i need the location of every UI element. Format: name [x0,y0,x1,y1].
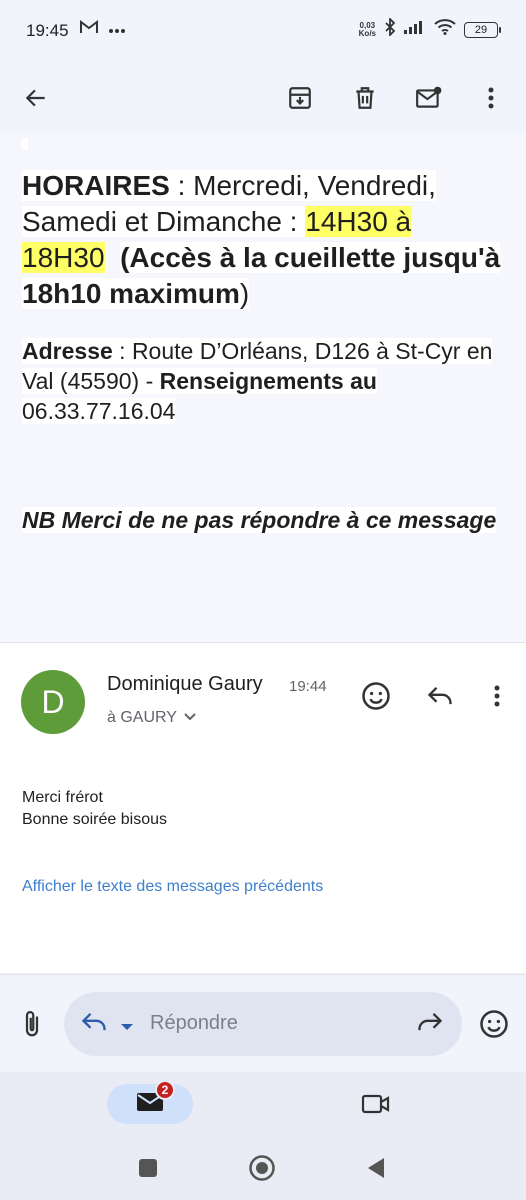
info-label: Renseignements au [159,368,377,394]
email-toolbar [0,64,526,134]
status-bar: 19:45 0,03 Ko/s 29 [0,0,526,64]
back-arrow-icon[interactable] [14,76,58,120]
message-body: Merci frérot Bonne soirée bisous [22,789,167,828]
reply-input[interactable]: Répondre [64,992,462,1056]
address-paragraph: Adresse : Route D’Orléans, D126 à St-Cyr… [22,336,502,426]
divider [0,974,526,975]
recents-button[interactable] [130,1150,166,1186]
nb-text: NB Merci de ne pas répondre à ce message [22,507,497,533]
signal-icon [404,20,426,39]
more-dots-icon [108,21,126,39]
decorative-mark [22,138,28,150]
reply-icon[interactable] [420,676,460,716]
mark-unread-icon[interactable] [407,76,451,120]
battery-icon: 29 [464,21,501,38]
recipient-label: à GAURY [107,709,177,726]
unread-badge: 2 [155,1080,175,1100]
attach-icon[interactable] [14,1004,50,1044]
hours-label: HORAIRES [22,170,170,201]
sender-name[interactable]: Dominique Gaury [107,673,263,696]
emoji-icon[interactable] [476,1004,512,1044]
reply-arrow-icon[interactable] [80,1010,108,1039]
avatar[interactable]: D [21,670,85,734]
mail-tab[interactable] [107,1084,193,1124]
caret-down-icon[interactable] [120,1018,134,1036]
recipient-toggle[interactable]: à GAURY [107,709,197,727]
gmail-icon [80,20,98,39]
nb-paragraph: NB Merci de ne pas répondre à ce message [22,505,502,535]
home-button[interactable] [244,1150,280,1186]
archive-icon[interactable] [278,76,322,120]
chevron-down-icon [183,709,197,727]
status-time: 19:45 [26,21,69,40]
meet-video-icon[interactable] [356,1088,396,1120]
more-vert-icon[interactable] [469,76,513,120]
show-quoted-text-link[interactable]: Afficher le texte des messages précédent… [22,878,323,896]
reply-placeholder: Répondre [150,1012,238,1034]
wifi-icon [434,19,456,40]
message-time: 19:44 [289,678,327,695]
forward-icon[interactable] [416,1010,444,1039]
message-more-icon[interactable] [477,676,517,716]
back-button[interactable] [358,1150,394,1186]
phone-number[interactable]: 06.33.77.16.04 [22,398,176,424]
hours-paragraph: HORAIRES : Mercredi, Vendredi, Samedi et… [22,170,501,309]
bluetooth-icon [384,16,396,41]
delete-icon[interactable] [343,76,387,120]
netspeed: 0,03 Ko/s [358,20,376,38]
emoji-react-icon[interactable] [356,676,396,716]
address-label: Adresse [22,338,113,364]
